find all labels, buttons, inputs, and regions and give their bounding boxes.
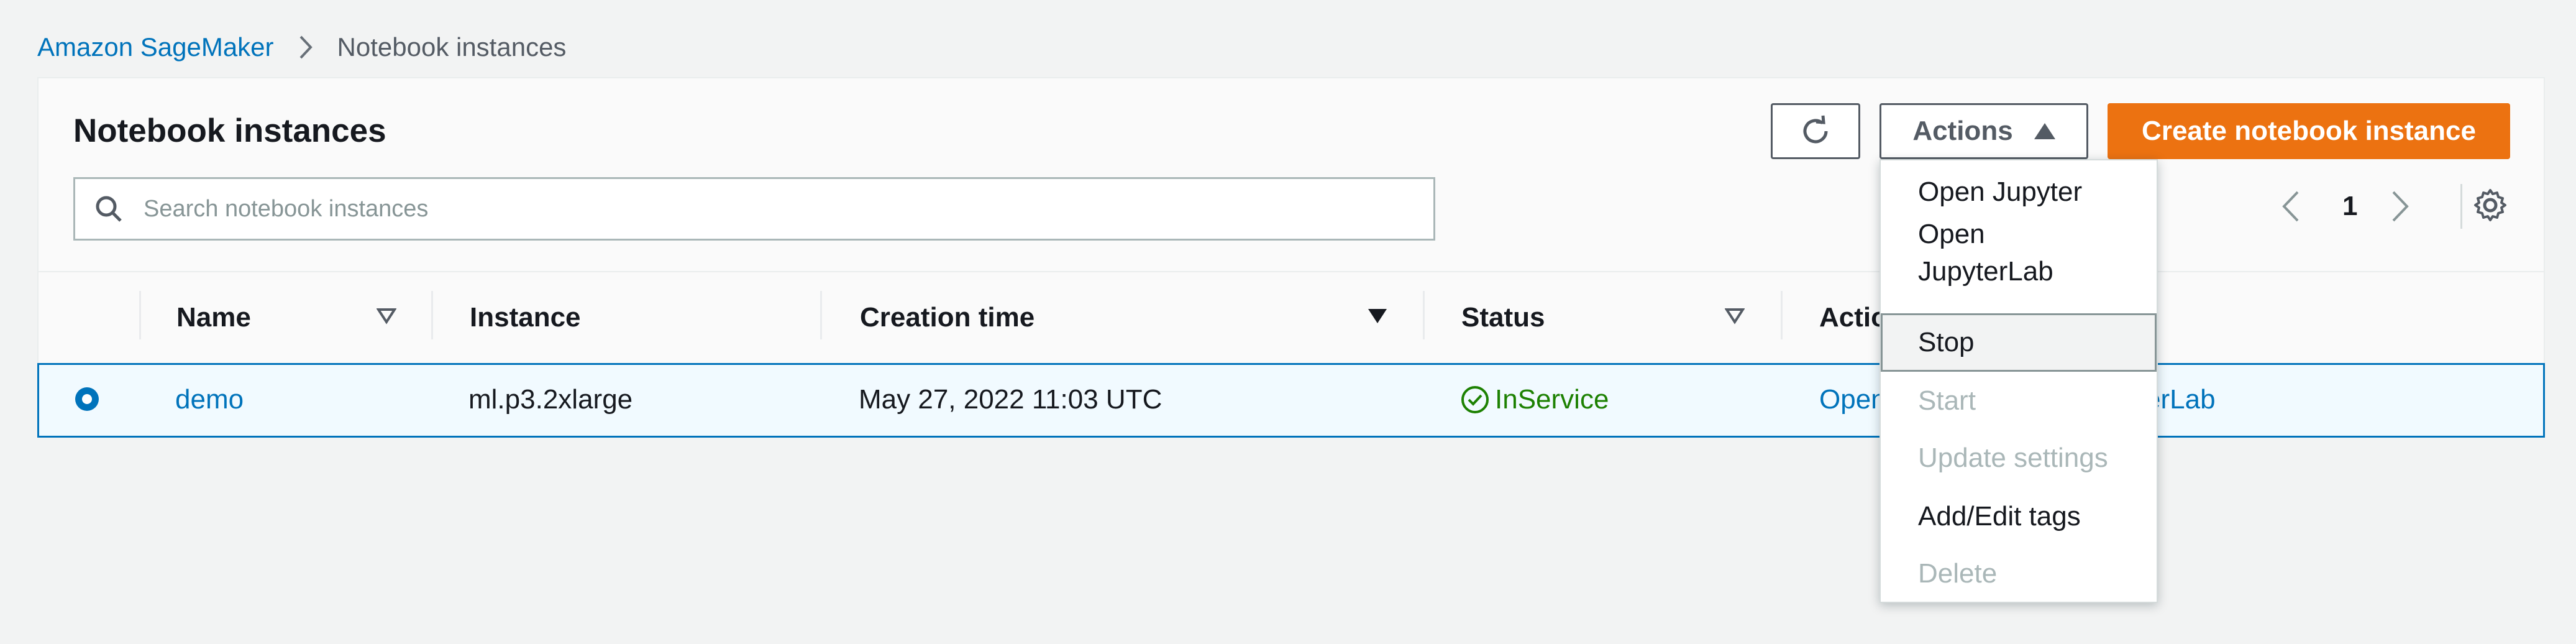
breadcrumb-current: Notebook instances	[337, 32, 567, 62]
column-divider	[1781, 291, 1783, 339]
status-text: InService	[1495, 384, 1609, 415]
menu-item-update-settings: Update settings	[1918, 443, 2108, 473]
pagination-next-button[interactable]	[2390, 182, 2411, 231]
search-field[interactable]	[73, 177, 1435, 241]
menu-item-stop[interactable]: Stop	[1881, 313, 2157, 372]
creation-time-cell: May 27, 2022 11:03 UTC	[859, 384, 1162, 415]
chevron-left-icon	[2282, 191, 2299, 222]
menu-item-open-jupyter[interactable]: Open Jupyter	[1881, 165, 2157, 219]
column-divider	[820, 291, 822, 339]
column-divider	[431, 291, 433, 339]
menu-item-open-jupyterlab[interactable]: Open JupyterLab	[1881, 219, 2157, 287]
row-radio-button[interactable]	[73, 385, 101, 413]
pagination-prev-button[interactable]	[2280, 182, 2301, 231]
menu-item-delete: Delete	[1918, 558, 1998, 589]
pagination-page-number[interactable]: 1	[2342, 182, 2357, 231]
gear-icon	[2474, 189, 2506, 221]
status-ok-icon	[1461, 386, 1489, 413]
column-header-name[interactable]: Name	[176, 302, 251, 333]
column-divider	[1423, 291, 1425, 339]
menu-item-add-edit-tags[interactable]: Add/Edit tags	[1881, 490, 2157, 543]
create-notebook-instance-button[interactable]: Create notebook instance	[2108, 103, 2510, 159]
search-icon	[94, 194, 124, 224]
sort-descending-icon[interactable]	[1367, 307, 1388, 324]
chevron-right-icon	[299, 35, 313, 60]
sort-icon[interactable]	[1725, 307, 1745, 324]
column-header-status[interactable]: Status	[1461, 302, 1545, 333]
instance-name-link[interactable]: demo	[175, 384, 244, 415]
table-header	[39, 271, 2544, 361]
actions-dropdown-button[interactable]: Actions	[1879, 103, 2088, 159]
page-title: Notebook instances	[73, 113, 386, 149]
actions-button-label: Actions	[1912, 116, 2013, 146]
pagination-divider	[2460, 184, 2462, 229]
refresh-button[interactable]	[1771, 103, 1860, 159]
actions-dropdown-menu: Open Jupyter Open JupyterLab Stop Start …	[1879, 159, 2158, 603]
search-input[interactable]	[142, 195, 1325, 223]
breadcrumb: Amazon SageMaker Notebook instances	[37, 29, 566, 66]
preferences-button[interactable]	[2473, 188, 2508, 226]
column-header-instance: Instance	[470, 302, 581, 333]
menu-item-start: Start	[1918, 385, 1976, 416]
chevron-right-icon	[2392, 191, 2409, 222]
instance-type-cell: ml.p3.2xlarge	[468, 384, 633, 415]
refresh-icon	[1803, 115, 1828, 144]
caret-up-icon	[2034, 123, 2055, 139]
column-divider	[139, 291, 141, 339]
sort-icon[interactable]	[377, 307, 396, 324]
breadcrumb-sagemaker-link[interactable]: Amazon SageMaker	[37, 32, 274, 62]
status-cell: InService	[1460, 384, 1609, 415]
column-header-creation-time[interactable]: Creation time	[860, 302, 1035, 333]
